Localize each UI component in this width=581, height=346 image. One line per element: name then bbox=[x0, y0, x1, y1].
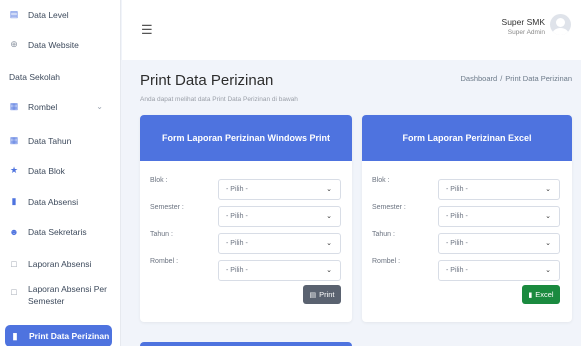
sidebar-item-label: Laporan Absensi bbox=[28, 259, 92, 269]
blok-select[interactable]: - Pilih - ⌄ bbox=[438, 179, 560, 200]
users-icon: ☻ bbox=[9, 227, 19, 237]
sidebar-item-data-level[interactable]: ▤ Data Level bbox=[9, 9, 113, 20]
chevron-down-icon: ⌄ bbox=[545, 186, 551, 193]
form-row-semester: Semester : - Pilih - ⌄ bbox=[362, 204, 572, 228]
sidebar-item-label: Data Level bbox=[28, 9, 69, 20]
sidebar-item-label: Data Sekretaris bbox=[28, 227, 87, 237]
rombel-select[interactable]: - Pilih - ⌄ bbox=[218, 260, 341, 281]
sidebar-item-laporan-absensi[interactable]: □ Laporan Absensi bbox=[9, 259, 113, 269]
file-excel-icon: ▮ bbox=[528, 291, 533, 299]
sidebar-item-data-blok[interactable]: ★ Data Blok bbox=[9, 165, 113, 176]
calendar-icon: ▦ bbox=[9, 135, 19, 145]
field-label: Tahun : bbox=[150, 231, 173, 238]
print-form-card: Form Laporan Perizinan Windows Print Blo… bbox=[140, 115, 352, 322]
user-name: Super SMK bbox=[501, 17, 545, 27]
form-row-blok: Blok : - Pilih - ⌄ bbox=[362, 177, 572, 201]
tahun-select[interactable]: - Pilih - ⌄ bbox=[438, 233, 560, 254]
grid-icon: ▦ bbox=[9, 101, 19, 111]
sidebar-item-label: Rombel bbox=[28, 101, 58, 112]
select-value: - Pilih - bbox=[226, 267, 248, 274]
chevron-down-icon: ⌄ bbox=[326, 267, 332, 274]
form-row-tahun: Tahun : - Pilih - ⌄ bbox=[140, 231, 352, 255]
sidebar-item-print-data-perizinan[interactable]: ▮ Print Data Perizinan bbox=[5, 325, 112, 346]
sidebar-item-data-sekretaris[interactable]: ☻ Data Sekretaris bbox=[9, 227, 113, 237]
breadcrumb-separator: / bbox=[500, 74, 503, 83]
card-title: Form Laporan Perizinan Windows Print bbox=[140, 115, 352, 161]
excel-form-card: Form Laporan Perizinan Excel Blok : - Pi… bbox=[362, 115, 572, 322]
excel-button[interactable]: ▮ Excel bbox=[522, 285, 560, 304]
chevron-down-icon: ⌄ bbox=[326, 213, 332, 220]
print-button[interactable]: ▤ Print bbox=[303, 285, 341, 304]
sidebar-item-label: Print Data Perizinan bbox=[29, 331, 110, 341]
tahun-select[interactable]: - Pilih - ⌄ bbox=[218, 233, 341, 254]
breadcrumb: Dashboard / Print Data Perizinan bbox=[461, 74, 573, 83]
hamburger-menu-icon[interactable]: ☰ bbox=[141, 22, 153, 38]
next-card-header bbox=[140, 342, 352, 346]
printer-icon: ▤ bbox=[309, 291, 317, 299]
rombel-select[interactable]: - Pilih - ⌄ bbox=[438, 260, 560, 281]
field-label: Blok : bbox=[372, 177, 390, 184]
sidebar-item-data-sekolah[interactable]: Data Sekolah bbox=[9, 72, 113, 82]
clipboard-icon: ▮ bbox=[12, 330, 18, 341]
button-label: Print bbox=[319, 290, 335, 299]
field-label: Semester : bbox=[372, 204, 406, 211]
select-value: - Pilih - bbox=[226, 240, 248, 247]
sidebar-item-data-absensi[interactable]: ▮ Data Absensi bbox=[9, 196, 113, 207]
chevron-down-icon: ⌄ bbox=[545, 240, 551, 247]
field-label: Tahun : bbox=[372, 231, 395, 238]
form-row-rombel: Rombel : - Pilih - ⌄ bbox=[140, 258, 352, 282]
breadcrumb-home[interactable]: Dashboard bbox=[461, 74, 498, 83]
chevron-down-icon: ⌄ bbox=[545, 213, 551, 220]
chevron-down-icon: ⌄ bbox=[545, 267, 551, 274]
sidebar-item-label: Laporan Absensi Per Semester bbox=[28, 284, 107, 306]
sidebar: ▤ Data Level ⊕ Data Website Data Sekolah… bbox=[0, 0, 121, 346]
chevron-down-icon: ⌄ bbox=[96, 102, 103, 111]
select-value: - Pilih - bbox=[446, 186, 468, 193]
select-value: - Pilih - bbox=[446, 240, 468, 247]
select-value: - Pilih - bbox=[226, 213, 248, 220]
user-role: Super Admin bbox=[507, 29, 545, 36]
form-row-tahun: Tahun : - Pilih - ⌄ bbox=[362, 231, 572, 255]
clipboard-icon: ▮ bbox=[11, 196, 17, 206]
page-subtitle: Anda dapat melihat data Print Data Periz… bbox=[140, 96, 298, 103]
form-row-blok: Blok : - Pilih - ⌄ bbox=[140, 177, 352, 201]
book-icon: □ bbox=[11, 259, 17, 269]
field-label: Rombel : bbox=[150, 258, 179, 265]
chevron-down-icon: ⌄ bbox=[326, 240, 332, 247]
breadcrumb-current: Print Data Perizinan bbox=[505, 74, 572, 83]
sidebar-item-data-tahun[interactable]: ▦ Data Tahun bbox=[9, 135, 113, 146]
select-value: - Pilih - bbox=[226, 186, 248, 193]
sidebar-item-rombel[interactable]: ▦ Rombel ⌄ bbox=[9, 101, 113, 112]
form-row-rombel: Rombel : - Pilih - ⌄ bbox=[362, 258, 572, 282]
field-label: Rombel : bbox=[372, 258, 401, 265]
select-value: - Pilih - bbox=[446, 213, 468, 220]
star-icon: ★ bbox=[9, 165, 19, 175]
sidebar-item-label: Data Blok bbox=[28, 165, 65, 176]
form-row-semester: Semester : - Pilih - ⌄ bbox=[140, 204, 352, 228]
blok-select[interactable]: - Pilih - ⌄ bbox=[218, 179, 341, 200]
sidebar-item-label: Data Absensi bbox=[28, 196, 79, 207]
sidebar-item-laporan-absensi-semester[interactable]: □ Laporan Absensi Per Semester bbox=[9, 283, 113, 307]
document-icon: ▤ bbox=[9, 9, 19, 19]
sidebar-item-label: Data Tahun bbox=[28, 135, 72, 146]
sidebar-item-label: Data Website bbox=[28, 39, 79, 50]
select-value: - Pilih - bbox=[446, 267, 468, 274]
avatar[interactable] bbox=[550, 14, 571, 35]
card-title: Form Laporan Perizinan Excel bbox=[362, 115, 572, 161]
field-label: Semester : bbox=[150, 204, 184, 211]
sidebar-item-data-website[interactable]: ⊕ Data Website bbox=[9, 39, 113, 50]
sidebar-item-label: Data Sekolah bbox=[9, 72, 61, 82]
semester-select[interactable]: - Pilih - ⌄ bbox=[438, 206, 560, 227]
globe-icon: ⊕ bbox=[10, 39, 18, 49]
button-label: Excel bbox=[535, 290, 554, 299]
page-title: Print Data Perizinan bbox=[140, 72, 274, 89]
semester-select[interactable]: - Pilih - ⌄ bbox=[218, 206, 341, 227]
chevron-down-icon: ⌄ bbox=[326, 186, 332, 193]
user-info[interactable]: Super SMK Super Admin bbox=[502, 17, 545, 36]
topbar: ☰ Super SMK Super Admin bbox=[122, 0, 581, 60]
field-label: Blok : bbox=[150, 177, 168, 184]
book-icon: □ bbox=[11, 287, 17, 297]
